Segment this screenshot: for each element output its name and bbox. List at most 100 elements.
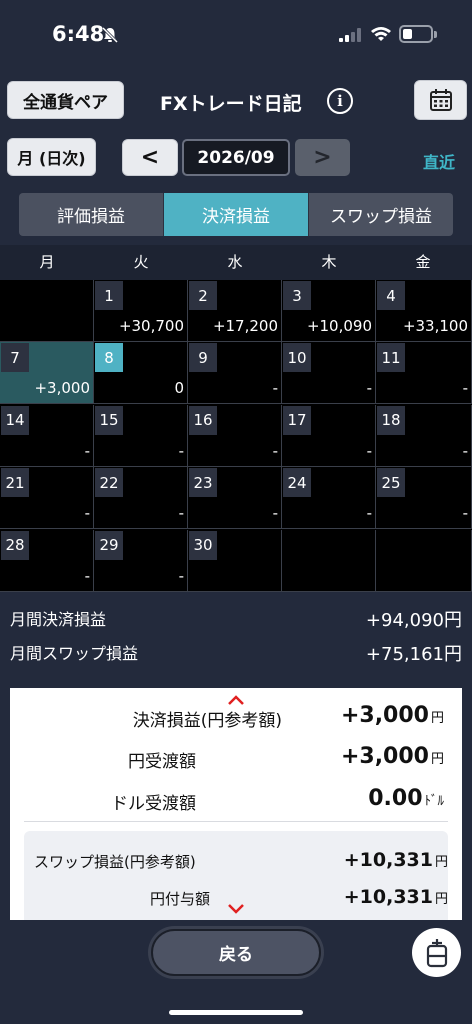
calendar-icon xyxy=(429,89,452,111)
calendar-day-cell[interactable]: 15 - xyxy=(94,404,188,467)
calendar-day-cell[interactable]: 10 - xyxy=(282,342,376,405)
calendar-day-value: - xyxy=(84,504,90,523)
calendar-day-cell xyxy=(376,529,472,592)
wifi-icon xyxy=(371,27,391,41)
period-select-button[interactable]: 月 (日次) xyxy=(7,138,96,176)
calendar-day-cell[interactable]: 14 - xyxy=(0,404,94,467)
calendar-day-number: 23 xyxy=(189,468,217,498)
yen-delivery-value: +3,000 円 xyxy=(340,744,444,769)
calendar-day-cell[interactable]: 2 +17,200 xyxy=(188,280,282,342)
calendar-day-value: +30,700 xyxy=(118,317,184,335)
calendar-day-number: 3 xyxy=(283,281,311,310)
calendar-day-cell[interactable]: 30 xyxy=(188,529,282,592)
usd-delivery-value: 0.00 ﾄﾞﾙ xyxy=(368,786,444,811)
calendar-day-number: 16 xyxy=(189,405,217,435)
latest-link[interactable]: 直近 xyxy=(423,149,455,173)
settle-ref-label: 決済損益(円参考額) xyxy=(132,711,282,731)
weekday-header: 月 火 水 木 金 xyxy=(0,245,472,280)
calendar-day-value: - xyxy=(178,504,184,523)
calendar-day-value: - xyxy=(366,441,372,460)
battery-tip xyxy=(434,31,437,38)
day-detail-panel[interactable]: 決済損益(円参考額) +3,000 円 円受渡額 +3,000 円 ドル受渡額 0.… xyxy=(10,688,462,926)
settle-ref-value: +3,000 円 xyxy=(340,703,444,728)
calendar-day-number: 22 xyxy=(95,468,123,498)
monthly-swap-row: 月間スワップ損益 +75,161円 xyxy=(10,640,462,666)
calendar-day-number: 30 xyxy=(189,530,217,560)
tab-swap-pnl[interactable]: スワップ損益 xyxy=(309,193,453,236)
calendar-day-cell[interactable]: 22 - xyxy=(94,467,188,530)
info-icon[interactable]: i xyxy=(327,88,353,114)
calendar-day-cell[interactable]: 28 - xyxy=(0,529,94,592)
home-indicator xyxy=(169,1010,303,1015)
cellular-signal-icon xyxy=(339,28,361,42)
calendar-day-value: - xyxy=(462,441,468,460)
chevron-up-icon[interactable] xyxy=(227,694,245,706)
tab-settlement-pnl[interactable]: 決済損益 xyxy=(164,193,309,236)
calendar-day-cell[interactable]: 18 - xyxy=(376,404,472,467)
calendar-grid: 1 +30,700 2 +17,200 3 +10,090 4 +33,100 7 +3,000 8… xyxy=(0,280,472,592)
prev-month-button[interactable]: < xyxy=(122,139,178,176)
yen-delivery-label: 円受渡額 xyxy=(128,752,196,772)
usd-delivery-label: ドル受渡額 xyxy=(111,794,196,814)
detail-divider xyxy=(24,821,448,822)
calendar-day-cell[interactable]: 16 - xyxy=(188,404,282,467)
calendar-day-cell[interactable]: 25 - xyxy=(376,467,472,530)
currency-pair-button[interactable]: 全通貨ペア xyxy=(7,81,124,119)
calendar-day-value: - xyxy=(272,379,278,398)
calendar-day-value: +33,100 xyxy=(402,317,468,335)
weekday-label: 火 xyxy=(133,253,149,271)
tab-valuation-pnl[interactable]: 評価損益 xyxy=(19,193,164,236)
period-navigation: 月 (日次) < 2026/09 > 直近 xyxy=(0,132,472,187)
calendar-day-value: - xyxy=(272,441,278,460)
page-title: FXトレード日記 xyxy=(160,93,302,115)
calendar-day-value: - xyxy=(178,441,184,460)
next-month-button[interactable]: > xyxy=(295,139,350,176)
back-button[interactable]: 戻る xyxy=(151,929,321,976)
calendar-day-value: - xyxy=(366,504,372,523)
shortcut-icon xyxy=(426,938,447,967)
calendar-day-value: - xyxy=(178,566,184,585)
calendar-day-number: 24 xyxy=(283,468,311,498)
status-time: 6:48 xyxy=(52,22,105,46)
calendar-day-number: 25 xyxy=(377,468,405,498)
calendar-day-value: 0 xyxy=(174,379,184,398)
app-header: 全通貨ペア FXトレード日記 i xyxy=(0,70,472,132)
battery-icon xyxy=(399,25,433,43)
monthly-swap-value: +75,161円 xyxy=(365,644,462,665)
calendar-day-value: - xyxy=(84,566,90,585)
chevron-down-icon[interactable] xyxy=(227,903,245,915)
monthly-swap-label: 月間スワップ損益 xyxy=(10,644,139,663)
swap-grant-value: +10,331 円 xyxy=(343,886,448,908)
calendar-day-cell[interactable]: 21 - xyxy=(0,467,94,530)
month-display[interactable]: 2026/09 xyxy=(182,139,290,176)
calendar-day-number: 14 xyxy=(1,405,29,435)
calendar-day-value: - xyxy=(462,504,468,523)
calendar-button[interactable] xyxy=(414,80,467,120)
menu-fab-button[interactable] xyxy=(412,928,461,977)
calendar-day-cell[interactable]: 4 +33,100 xyxy=(376,280,472,342)
calendar-day-value: +17,200 xyxy=(212,317,278,335)
calendar-day-cell[interactable]: 24 - xyxy=(282,467,376,530)
calendar-day-cell[interactable]: 23 - xyxy=(188,467,282,530)
calendar-day-cell[interactable]: 29 - xyxy=(94,529,188,592)
calendar-day-number: 18 xyxy=(377,405,405,435)
swap-grant-label: 円付与額 xyxy=(149,890,210,908)
calendar-day-number: 8 xyxy=(95,343,123,373)
calendar-day-number: 9 xyxy=(189,343,217,373)
calendar-day-cell[interactable]: 9- xyxy=(188,342,282,405)
calendar-day-cell xyxy=(0,280,94,342)
calendar-day-number: 29 xyxy=(95,530,123,560)
calendar-day-value: +3,000 xyxy=(34,379,90,398)
calendar-day-cell[interactable]: 1 +30,700 xyxy=(94,280,188,342)
calendar-day-cell[interactable]: 80 xyxy=(94,342,188,405)
calendar-day-cell[interactable]: 17 - xyxy=(282,404,376,467)
monthly-settle-label: 月間決済損益 xyxy=(10,610,107,629)
calendar-day-value: - xyxy=(84,441,90,460)
calendar-day-cell[interactable]: 7 +3,000 xyxy=(0,342,94,405)
swap-ref-value: +10,331 円 xyxy=(343,849,448,871)
calendar-day-value: +10,090 xyxy=(306,317,372,335)
calendar-day-cell[interactable]: 3 +10,090 xyxy=(282,280,376,342)
status-bar: 6:48 xyxy=(0,0,472,70)
calendar-day-cell[interactable]: 11 - xyxy=(376,342,472,405)
calendar-day-value: - xyxy=(272,504,278,523)
